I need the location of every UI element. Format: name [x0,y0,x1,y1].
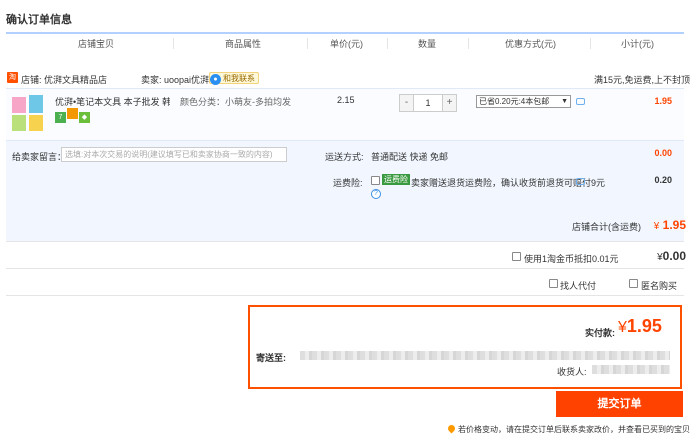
pay-for-me-label: 找人代付 [560,281,597,291]
service-badges: 7 ◆ [55,108,91,123]
column-separator [590,38,591,49]
divider [6,241,684,242]
coin-deduct-label: 使用1淘金币抵扣0.01元 [524,254,619,264]
insurance-tag: 运费险 [382,174,410,185]
anonymous-label: 匿名购买 [641,281,678,291]
anonymous-checkbox[interactable] [629,279,638,288]
shop-total-label: 店铺合计(含运费) [572,222,641,232]
product-thumbnail[interactable] [12,95,48,131]
help-icon[interactable]: ? [371,189,381,199]
coin-amount: 0.00 [662,249,686,263]
quantity-stepper: - 1 + [399,94,457,112]
column-separator [387,38,388,49]
credit-card-icon [67,108,78,119]
notice-text: 若价格变动，请在提交订单后联系卖家改价，并查看已买到的宝贝 [458,425,690,434]
discount-selected: 已省0.20元:4本包邮 [479,97,550,106]
divider [6,295,684,296]
receiver-redacted [592,365,670,374]
contact-seller-button[interactable]: ● 和我联系 [209,72,259,85]
divider [6,268,684,269]
discount-select[interactable]: 已省0.20元:4本包邮 ▼ [476,95,571,108]
currency-symbol: ¥ [653,221,660,232]
item-subtotal: 1.95 [654,96,672,106]
column-separator [173,38,174,49]
chevron-down-icon: ▼ [561,98,568,105]
column-header-price: 单价(元) [330,39,363,49]
coin-deduct-value: ¥0.00 [657,249,686,263]
paid-value: ¥1.95 [618,316,662,337]
memo-label: 给卖家留言： [12,152,67,162]
insurance-info-icon[interactable] [576,178,585,185]
quantity-input[interactable]: 1 [415,95,441,111]
submit-order-button[interactable]: 提交订单 [556,391,683,417]
increase-quantity-button[interactable]: + [442,95,456,111]
taobao-shop-icon: 淘 [7,72,18,83]
shop-promo-text: 满15元,免运费,上不封顶 [593,75,690,85]
header-divider [6,32,684,34]
column-separator [307,38,308,49]
unit-price: 2.15 [337,95,355,105]
coin-checkbox[interactable] [512,252,521,261]
insurance-label: 运费险: [333,178,363,188]
receiver-label: 收货人: [557,367,587,377]
discount-info-icon[interactable] [576,98,585,105]
paid-label: 实付款: [585,328,615,338]
consumer-protection-icon: ◆ [79,112,90,123]
insurance-checkbox[interactable] [371,176,380,185]
shipping-method-value: 普通配送 快递 免邮 [371,152,449,162]
contact-label: 和我联系 [223,74,255,83]
paid-amount: 1.95 [626,316,662,336]
order-confirm-box [248,305,682,389]
shop-name-link[interactable]: 店铺: 优湃文具精品店 [21,73,107,86]
column-header-attr: 商品属性 [225,39,262,49]
shop-total-amount: 1.95 [662,218,686,232]
seven-day-return-icon: 7 [55,112,66,123]
location-pin-icon [446,423,457,434]
page-title: 确认订单信息 [6,14,72,26]
product-sku: 颜色分类：小萌友-多拍均发 [180,97,291,107]
wangwang-icon: ● [210,74,221,85]
product-title-link[interactable]: 优湃•笔记本文具 本子批发 韩... [55,95,170,108]
seller-name-link[interactable]: 卖家: uoopai优湃 [141,73,209,86]
shipping-fee: 0.00 [654,148,672,158]
insurance-fee: 0.20 [654,175,672,185]
decrease-quantity-button[interactable]: - [400,95,414,111]
address-redacted [300,351,670,360]
address-label: 寄送至: [256,353,286,363]
column-header-subtotal: 小计(元) [621,39,654,49]
price-change-notice: 若价格变动，请在提交订单后联系卖家改价，并查看已买到的宝贝 [446,423,690,435]
column-header-item: 店铺宝贝 [78,39,115,49]
column-header-qty: 数量 [418,39,437,49]
shipping-method-label: 运送方式: [325,152,364,162]
shop-total-value: ¥ 1.95 [654,218,686,232]
currency-symbol: ¥ [618,319,627,336]
seller-message-input[interactable]: 选填:对本次交易的说明(建议填写已和卖家协商一致的内容) [61,147,287,162]
column-header-discount: 优惠方式(元) [505,39,556,49]
pay-for-me-checkbox[interactable] [549,279,558,288]
column-separator [468,38,469,49]
